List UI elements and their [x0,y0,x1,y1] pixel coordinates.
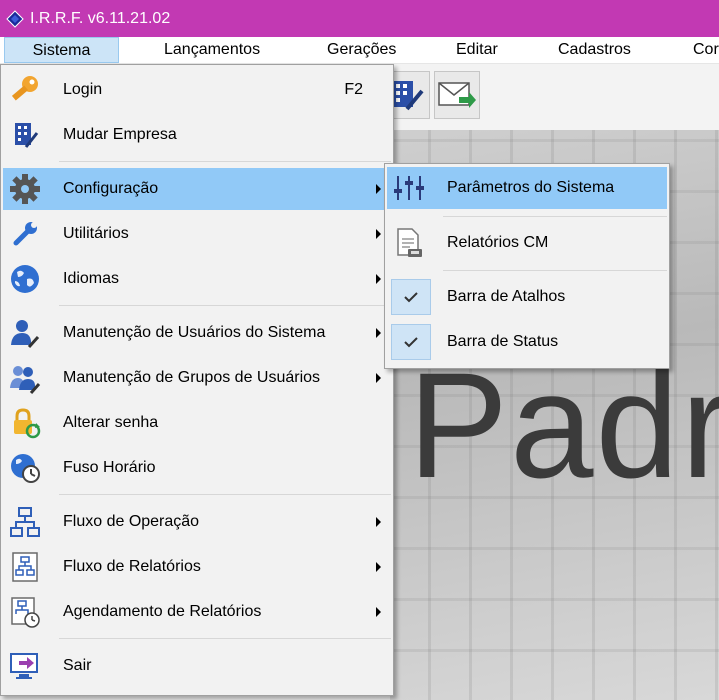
submenu-arrow-icon [376,562,381,572]
menu-item-fluxo-operacao[interactable]: Fluxo de Operação [3,501,391,543]
menu-item-label: Alterar senha [63,414,159,431]
menu-item-label: Fluxo de Operação [63,513,200,530]
shortcut-label: F2 [344,81,363,98]
check-icon [391,324,431,360]
menu-item-label: Fluxo de Relatórios [63,558,201,575]
menu-lancamentos[interactable]: Lançamentos [164,37,260,63]
menu-item-agendamento-relatorios[interactable]: Agendamento de Relatórios [3,591,391,633]
app-logo-icon [6,9,24,28]
key-icon [7,72,43,108]
submenu-arrow-icon [376,274,381,284]
gear-icon [7,171,43,207]
menu-item-label: Agendamento de Relatórios [63,603,262,620]
submenu-arrow-icon [376,328,381,338]
menu-item-label: Barra de Atalhos [447,288,566,305]
background-logo-text: Padr [408,341,719,509]
mail-send-icon [438,82,476,108]
submenu-item-barra-status[interactable]: Barra de Status [387,321,667,363]
submenu-arrow-icon [376,517,381,527]
menu-separator [443,270,667,271]
menu-item-label: Mudar Empresa [63,126,177,143]
menu-item-idiomas[interactable]: Idiomas [3,258,391,300]
menu-item-sair[interactable]: Sair [3,645,391,687]
menu-bar: Sistema Lançamentos Gerações Editar Cada… [0,37,719,64]
globe-clock-icon [7,450,43,486]
submenu-item-parametros-sistema[interactable]: Parâmetros do Sistema [387,167,667,209]
configuracao-submenu: Parâmetros do Sistema Relatórios CM Barr… [384,163,670,369]
menu-separator [443,216,667,217]
menu-item-fluxo-relatorios[interactable]: Fluxo de Relatórios [3,546,391,588]
menu-geracoes[interactable]: Gerações [327,37,396,63]
menu-separator [59,161,391,162]
menu-item-label: Barra de Status [447,333,559,350]
sliders-icon [391,170,427,206]
menu-item-label: Utilitários [63,225,129,242]
window-title: I.R.R.F. v6.11.21.02 [30,9,171,27]
sistema-menu: Login F2 Mudar Empresa Configuração Util… [0,64,394,696]
menu-item-label: Relatórios CM [447,234,549,251]
building-edit-icon [393,81,424,111]
menu-separator [59,638,391,639]
building-icon [7,117,43,153]
menu-item-manutencao-usuarios[interactable]: Manutenção de Usuários do Sistema [3,312,391,354]
submenu-arrow-icon [376,184,381,194]
submenu-arrow-icon [376,607,381,617]
menu-item-label: Configuração [63,180,159,197]
menu-separator [59,305,391,306]
submenu-item-barra-atalhos[interactable]: Barra de Atalhos [387,276,667,318]
menu-item-utilitarios[interactable]: Utilitários [3,213,391,255]
report-icon [391,225,427,261]
toolbar-mail-button[interactable] [434,71,480,119]
globe-icon [7,261,43,297]
menu-item-label: Manutenção de Grupos de Usuários [63,369,321,386]
menu-item-configuracao[interactable]: Configuração [3,168,391,210]
check-icon [391,279,431,315]
menu-item-label: Sair [63,657,92,674]
menu-item-alterar-senha[interactable]: Alterar senha [3,402,391,444]
wrench-icon [7,216,43,252]
title-bar: I.R.R.F. v6.11.21.02 [0,0,719,37]
menu-item-manutencao-grupos[interactable]: Manutenção de Grupos de Usuários [3,357,391,399]
menu-separator [59,494,391,495]
menu-item-label: Manutenção de Usuários do Sistema [63,324,326,341]
menu-item-label: Idiomas [63,270,120,287]
menu-item-mudar-empresa[interactable]: Mudar Empresa [3,114,391,156]
submenu-arrow-icon [376,373,381,383]
toolbar [384,64,719,130]
submenu-arrow-icon [376,229,381,239]
user-wrench-icon [7,315,43,351]
menu-cadastros[interactable]: Cadastros [558,37,631,63]
menu-sistema[interactable]: Sistema [4,37,119,63]
lock-refresh-icon [7,405,43,441]
menu-cor[interactable]: Cor [693,37,719,63]
menu-editar[interactable]: Editar [456,37,498,63]
report-flow-icon [7,549,43,585]
menu-item-fuso-horario[interactable]: Fuso Horário [3,447,391,489]
menu-item-login[interactable]: Login F2 [3,69,391,111]
menu-item-label: Fuso Horário [63,459,156,476]
menu-item-label: Parâmetros do Sistema [447,179,615,196]
menu-item-label: Login [63,81,103,98]
flowchart-icon [7,504,43,540]
report-schedule-icon [7,594,43,630]
users-wrench-icon [7,360,43,396]
submenu-item-relatorios-cm[interactable]: Relatórios CM [387,222,667,264]
exit-icon [7,648,43,684]
